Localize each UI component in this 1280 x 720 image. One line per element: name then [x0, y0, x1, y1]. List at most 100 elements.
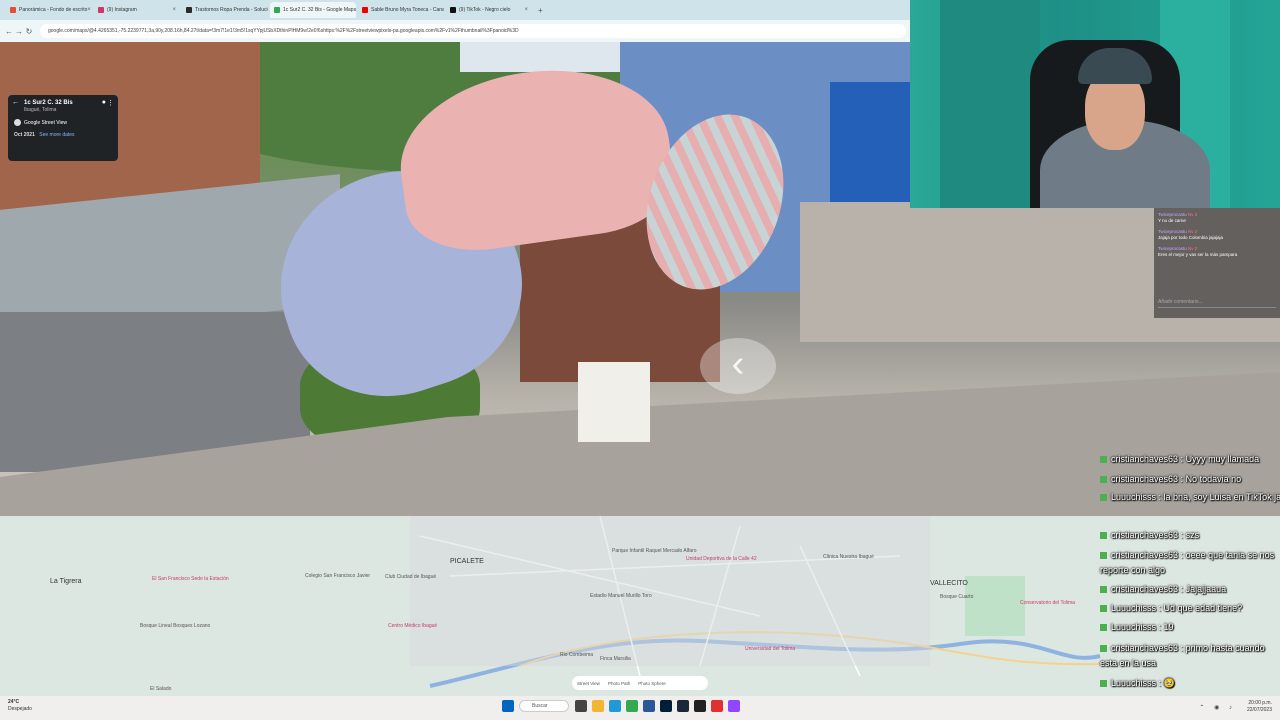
map-place-label[interactable]: Colegio San Francisco Javier [305, 573, 370, 579]
map-place-label[interactable]: Clínica Nuestra Ibagué [823, 554, 874, 560]
forward-icon[interactable]: → [14, 27, 24, 36]
browser-tab[interactable]: 1c Sur2 C. 32 Bis - Google Maps× [270, 2, 356, 18]
chat-username: Luuuchisss [1111, 603, 1157, 613]
chrome-icon[interactable] [626, 700, 638, 712]
word-icon[interactable] [643, 700, 655, 712]
photo-path-toggle[interactable]: Photo Path [608, 681, 630, 686]
chat-username: Luuuchisss [1111, 622, 1157, 632]
capture-date-value: Oct 2021 [14, 132, 35, 138]
map-place-label[interactable]: Rio Combeima [560, 652, 593, 658]
chat-separator: : [1156, 622, 1164, 632]
edge-icon[interactable] [609, 700, 621, 712]
tiktok-message: Twiceprocastu Nv 2 Y no de carne [1158, 212, 1276, 224]
pin-icon[interactable]: ● [102, 99, 106, 106]
map-place-label[interactable]: VALLECITO [930, 580, 968, 587]
chat-message: cristianchaves63 : oeee que tania se nos… [1100, 548, 1278, 578]
subscriber-badge-icon [1100, 532, 1107, 540]
navigation-arrow-icon[interactable]: ‹ [700, 338, 776, 394]
chat-text: szs [1185, 530, 1200, 540]
map-place-label[interactable]: Conservatorio del Tolima [1020, 600, 1075, 606]
browser-tab[interactable]: (9) Instagram × [94, 2, 180, 18]
chat-text: No todavia no [1185, 474, 1242, 484]
app-red-icon[interactable] [711, 700, 723, 712]
more-vert-icon[interactable]: ⋮ [107, 99, 114, 107]
tab-label: Panorámica - Fondo de escrito [19, 7, 88, 13]
map-place-label[interactable]: El Salado [150, 686, 171, 692]
tab-favicon-icon [274, 7, 280, 13]
twitch-icon[interactable] [728, 700, 740, 712]
map-place-label[interactable]: Bosque Lineal Bosques Lozano [140, 623, 210, 629]
photo-sphere-toggle[interactable]: Photo Sphere [638, 681, 666, 686]
map-place-label[interactable]: Universidad del Tolima [745, 646, 795, 652]
browser-tab[interactable]: Trastornos Ropa Prenda - Solución× [182, 2, 268, 18]
white-cooler [578, 362, 650, 442]
browser-tab[interactable]: Panorámica - Fondo de escrito × [6, 2, 92, 18]
tiktok-comment-input[interactable]: Añadir comentario... [1158, 296, 1276, 308]
chat-username: cristianchaves63 [1111, 454, 1179, 464]
chat-separator: : [1156, 492, 1164, 502]
chat-text: 19 [1163, 622, 1174, 632]
tiktok-badge: Nv 2 [1188, 229, 1198, 234]
webcam-overlay [910, 0, 1280, 208]
chat-username: cristianchaves63 [1111, 474, 1179, 484]
arrow-left-icon[interactable]: ← [12, 99, 19, 106]
windows-start-icon[interactable] [502, 700, 514, 712]
clock-date: 22/07/2023 [1246, 707, 1272, 713]
tab-close-icon[interactable]: × [87, 7, 91, 13]
map-place-label[interactable]: La Tigrera [50, 578, 82, 585]
map-place-label[interactable]: Parque Infantil Raquel Mercado Alfaro [612, 548, 697, 554]
chat-message: Luuuchisss : 19 [1100, 622, 1174, 632]
reload-icon[interactable]: ↻ [24, 27, 34, 36]
tab-close-icon[interactable]: × [524, 7, 528, 13]
tiktok-message: Twiceprocastu Nv 2 Eres el mejor y vas s… [1158, 246, 1276, 258]
obs-icon[interactable] [694, 700, 706, 712]
location-address: 1c Sur2 C. 32 Bis [24, 100, 73, 106]
subscriber-badge-icon [1100, 494, 1107, 502]
tiktok-message: Twiceprocastu Nv 2 Jajaja por todo Colom… [1158, 229, 1276, 241]
chat-username: cristianchaves63 [1111, 530, 1179, 540]
map-place-label[interactable]: Finca Marsilia [600, 656, 631, 662]
url-field[interactable]: google.com/maps/@4.4265351,-75.2239771,3… [40, 24, 906, 38]
photoshop-icon[interactable] [660, 700, 672, 712]
file-explorer-icon[interactable] [592, 700, 604, 712]
map-place-label[interactable]: El San Francisco Sede la Estación [152, 576, 229, 582]
map-place-label[interactable]: Centro Médico Ibagué [388, 623, 437, 629]
urban-area [410, 516, 930, 666]
chat-username: cristianchaves63 [1111, 584, 1179, 594]
tiktok-badge: Nv 2 [1188, 212, 1198, 217]
chat-separator: : [1178, 530, 1186, 540]
tab-label: 1c Sur2 C. 32 Bis - Google Maps [283, 7, 356, 13]
tiktok-username: Twiceprocastu [1158, 212, 1187, 217]
map-place-label[interactable]: PICALETE [450, 558, 484, 565]
subscriber-badge-icon [1100, 476, 1107, 484]
chat-separator: : [1178, 474, 1186, 484]
tab-favicon-icon [10, 7, 16, 13]
system-tray-icons[interactable]: ⌃ ◉ ♪ [1199, 704, 1236, 711]
steam-icon[interactable] [677, 700, 689, 712]
map-view[interactable]: La Tigrera El San Francisco Sede la Estac… [0, 516, 1280, 696]
tiktok-live-chat: Twiceprocastu Nv 2 Y no de carne Twicepr… [1154, 208, 1280, 318]
map-place-label[interactable]: Estadio Manuel Murillo Toro [590, 593, 652, 599]
chat-separator: : [1178, 550, 1186, 560]
weather-widget[interactable]: 24°C Despejado [8, 699, 32, 713]
street-view-provider: Google Street View [14, 119, 112, 126]
see-more-dates-link[interactable]: See more dates [39, 132, 74, 138]
location-city: Ibagué, Tolima [24, 107, 57, 113]
tab-close-icon[interactable]: × [172, 7, 176, 13]
back-icon[interactable]: ← [4, 27, 14, 36]
taskbar-search[interactable]: Buscar [519, 700, 569, 712]
task-view-icon[interactable] [575, 700, 587, 712]
map-view-switcher[interactable]: Street View Photo Path Photo Sphere [572, 676, 708, 690]
map-place-label[interactable]: Club Ciudad de Ibagué [385, 574, 436, 580]
map-place-label[interactable]: Unidad Deportiva de la Calle 42 [686, 556, 757, 562]
subscriber-badge-icon [1100, 645, 1107, 653]
browser-tab[interactable]: (9) TikTok - Negro cielo × [446, 2, 532, 18]
weather-desc: Despejado [8, 706, 32, 712]
browser-tab[interactable]: Sable Bruno Myra Toneca - Canal× [358, 2, 444, 18]
new-tab-button[interactable]: + [538, 6, 543, 15]
map-place-label[interactable]: Bosque Cuarto [940, 594, 973, 600]
street-view-toggle[interactable]: Street View [577, 681, 600, 686]
taskbar-clock[interactable]: 20:00 p.m. 22/07/2023 [1247, 700, 1272, 714]
chat-separator: : [1156, 603, 1164, 613]
chat-separator: : [1156, 678, 1164, 688]
